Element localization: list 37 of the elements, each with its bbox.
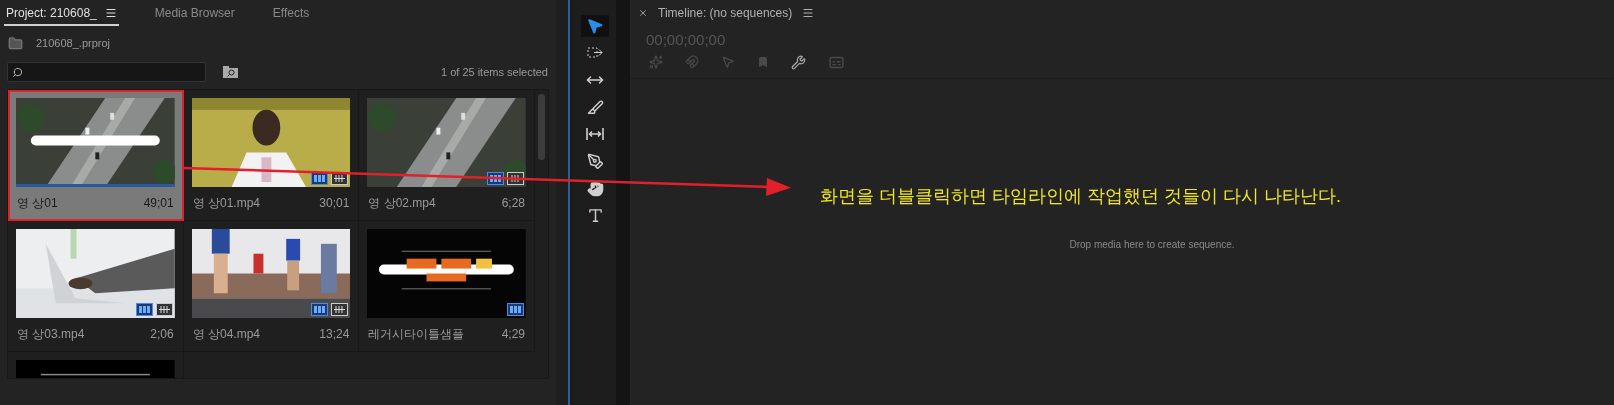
close-icon[interactable] [638,8,648,18]
clip-duration: 49;01 [143,195,174,212]
media-tile[interactable]: 영 상01 49;01 [8,90,184,221]
clip-name: 레거시타이틀샘플 [368,326,465,343]
scrollbar-thumb[interactable] [538,94,545,160]
panel-tab[interactable]: Media Browser [152,2,237,26]
media-tile[interactable]: 레거시타이틀샘플 4;29 [359,221,535,352]
menu-icon[interactable] [104,7,117,19]
marker-icon[interactable] [757,56,769,68]
search-icon [12,66,23,78]
media-tile[interactable]: 영 상03.mp4 2;06 [8,221,184,352]
folder-icon[interactable] [7,35,24,51]
clip-duration: 13;24 [319,326,350,343]
find-folder-icon[interactable] [223,66,238,78]
clip-duration: 6;28 [501,195,525,212]
clip-name: 영 상01.mp4 [192,195,260,212]
clip-name: 영 상03.mp4 [17,326,85,343]
selection-status: 1 of 25 items selected [441,64,549,80]
clip-name: 영 상02.mp4 [368,195,436,212]
clip-duration: 30;01 [319,195,350,212]
panel-tab[interactable]: Project: 210608_ [4,2,119,26]
panel-tab[interactable]: Effects [270,2,312,26]
media-tile[interactable]: 영 상01.mp4 30;01 [183,90,360,221]
project-path: 210608_.prproj [36,35,110,51]
clip-name: 영 상01 [17,195,58,212]
selection-tool-icon[interactable] [581,15,609,37]
media-tile[interactable]: 영 상02.mp4 6;28 [359,90,535,221]
wrench-icon[interactable] [791,54,806,70]
media-tile[interactable]: 영 상04.mp4 13;24 [183,221,360,352]
timeline-title: Timeline: (no sequences) [658,5,793,22]
menu-icon[interactable] [802,7,815,19]
search-field[interactable] [7,62,206,82]
annotation-text: 화면을 더블클릭하면 타임라인에 작업했던 것들이 다시 나타난다. [820,185,1341,208]
clip-duration: 4;29 [501,326,525,343]
clip-duration: 2;06 [150,326,174,343]
empty-timeline-hint: Drop media here to create sequence. [1069,238,1235,252]
clip-name: 영 상04.mp4 [192,326,260,343]
